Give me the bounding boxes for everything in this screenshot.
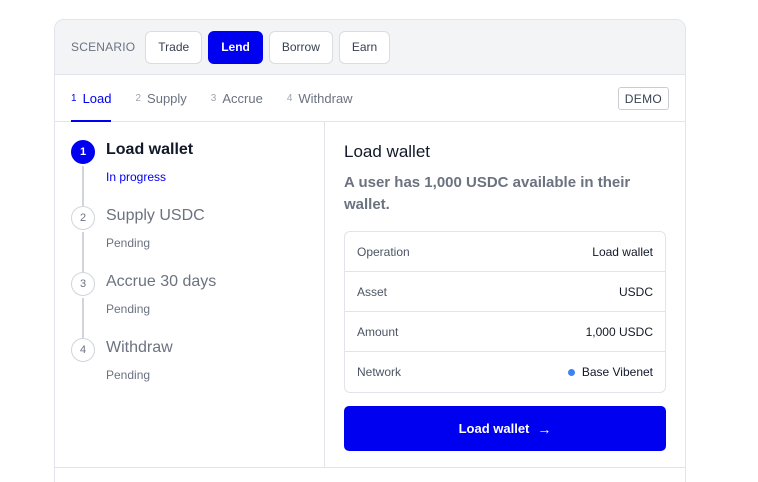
scenario-trade-button[interactable]: Trade bbox=[145, 30, 203, 64]
detail-title: Load wallet bbox=[344, 142, 431, 161]
tab-label: Accrue bbox=[222, 90, 263, 106]
info-row-asset: Asset USDC bbox=[345, 272, 665, 312]
step-list: 1 Load wallet In progress 2 Supply USDC … bbox=[55, 122, 325, 467]
tab-number: 1 bbox=[71, 92, 77, 104]
info-row-amount: Amount 1,000 USDC bbox=[345, 312, 665, 352]
step-title: Supply USDC bbox=[106, 207, 205, 224]
step-status: Pending bbox=[106, 302, 151, 316]
scenario-lend-button[interactable]: Lend bbox=[208, 30, 263, 64]
demo-badge: DEMO bbox=[617, 87, 669, 110]
scenario-card: SCENARIO Trade Lend Borrow Earn 1 Load 2… bbox=[54, 19, 686, 482]
info-value: 1,000 USDC bbox=[585, 324, 653, 339]
step-item-load-wallet[interactable]: 1 Load wallet In progress bbox=[71, 140, 324, 206]
tab-number: 3 bbox=[210, 92, 217, 104]
operation-info-table: Operation Load wallet Asset USDC Amount … bbox=[344, 231, 666, 393]
flow-body: 1 Load wallet In progress 2 Supply USDC … bbox=[55, 122, 685, 468]
load-wallet-button[interactable]: Load wallet → bbox=[344, 406, 666, 451]
step-tabs: 1 Load 2 Supply 3 Accrue 4 Withdraw DEMO bbox=[55, 75, 685, 122]
step-number-badge: 3 bbox=[71, 272, 95, 296]
step-number-badge: 2 bbox=[71, 206, 95, 230]
step-number-badge: 1 bbox=[71, 140, 95, 164]
step-item-supply-usdc[interactable]: 2 Supply USDC Pending bbox=[71, 206, 324, 272]
scenario-bar: SCENARIO Trade Lend Borrow Earn bbox=[55, 20, 685, 75]
step-item-accrue[interactable]: 3 Accrue 30 days Pending bbox=[71, 272, 324, 338]
step-title: Withdraw bbox=[106, 339, 173, 356]
step-item-withdraw[interactable]: 4 Withdraw Pending bbox=[71, 338, 324, 404]
tab-withdraw[interactable]: 4 Withdraw bbox=[287, 75, 353, 121]
arrow-right-icon: → bbox=[537, 420, 552, 437]
step-title: Load wallet bbox=[106, 141, 194, 158]
scenario-label: SCENARIO bbox=[71, 40, 136, 54]
info-key: Network bbox=[357, 365, 402, 379]
info-key: Asset bbox=[357, 284, 388, 299]
step-connector bbox=[82, 298, 84, 338]
step-status: In progress bbox=[106, 170, 167, 184]
scenario-earn-button[interactable]: Earn bbox=[338, 30, 391, 64]
tab-number: 4 bbox=[286, 92, 293, 104]
info-key: Amount bbox=[357, 324, 399, 339]
info-row-network: Network Base Vibenet bbox=[345, 352, 665, 392]
scenario-borrow-button[interactable]: Borrow bbox=[268, 30, 333, 64]
step-detail-panel: Load wallet A user has 1,000 USDC availa… bbox=[325, 122, 685, 467]
tab-accrue[interactable]: 3 Accrue bbox=[211, 75, 263, 121]
info-value: Load wallet bbox=[592, 244, 653, 259]
tab-load[interactable]: 1 Load bbox=[71, 75, 112, 122]
step-connector bbox=[82, 232, 84, 272]
tab-label: Supply bbox=[147, 90, 187, 106]
network-status-dot-icon bbox=[567, 368, 575, 376]
step-connector bbox=[82, 166, 84, 206]
info-value: USDC bbox=[618, 284, 653, 299]
step-number-badge: 4 bbox=[71, 338, 95, 362]
step-status: Pending bbox=[106, 236, 151, 250]
tab-supply[interactable]: 2 Supply bbox=[135, 75, 186, 121]
network-name: Base Vibenet bbox=[581, 365, 653, 379]
tab-number: 2 bbox=[135, 92, 142, 104]
tab-label: Load bbox=[82, 90, 112, 106]
info-value-network: Base Vibenet bbox=[567, 365, 653, 379]
info-key: Operation bbox=[357, 244, 410, 259]
load-wallet-button-label: Load wallet bbox=[458, 421, 530, 436]
detail-description: A user has 1,000 USDC available in their… bbox=[344, 174, 631, 213]
step-title: Accrue 30 days bbox=[106, 273, 217, 290]
step-status: Pending bbox=[106, 368, 151, 382]
info-row-operation: Operation Load wallet bbox=[345, 232, 665, 272]
tab-label: Withdraw bbox=[298, 90, 353, 106]
